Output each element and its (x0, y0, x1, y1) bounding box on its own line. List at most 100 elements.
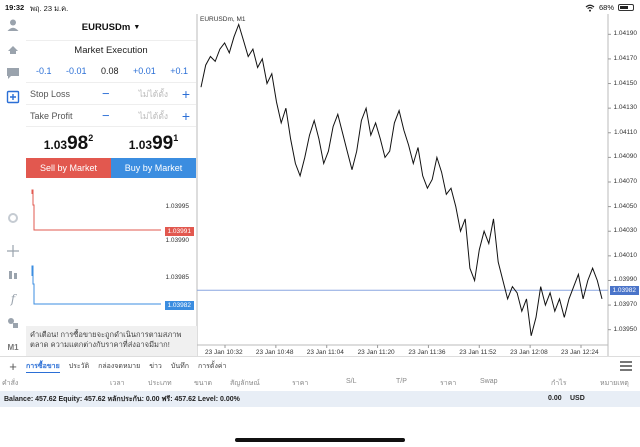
tab-history[interactable]: ประวัติ (69, 361, 89, 372)
ask-price-pips: 99 (152, 133, 174, 154)
balance-summary: Balance: 457.62 Equity: 457.62 หลักประกั… (4, 395, 240, 403)
add-icon[interactable]: + (0, 359, 26, 374)
tick-chart-sell: 1.03995 1.03991 1.03990 (26, 178, 196, 244)
col-type[interactable]: ประเภท (148, 378, 172, 389)
new-order-icon[interactable] (4, 88, 22, 106)
volume-input[interactable]: 0.08 (101, 66, 119, 76)
chart-canvas[interactable] (197, 14, 640, 356)
tab-journal[interactable]: บันทึก (171, 361, 189, 372)
col-current-price[interactable]: ราคา (440, 378, 456, 389)
battery-icon (618, 4, 634, 11)
sell-by-market-button[interactable]: Sell by Market (26, 158, 111, 178)
battery-percent: 68% (598, 3, 614, 12)
symbol-selector[interactable]: EURUSDm ▼ (26, 14, 196, 40)
symbol-name: EURUSDm (81, 21, 131, 33)
bid-price: 1.03 98 2 (26, 127, 111, 158)
crosshair-icon[interactable] (4, 242, 22, 260)
volume-plus-0.1-button[interactable]: +0.1 (170, 66, 188, 76)
chart-title: EURUSDm, M1 (200, 16, 246, 23)
bid-price-big: 1.03 (43, 138, 68, 152)
col-size[interactable]: ขนาด (194, 378, 212, 389)
currency: USD (570, 395, 585, 402)
stop-loss-plus-button[interactable]: + (178, 86, 190, 102)
status-time: 19:32 (5, 3, 25, 12)
x-axis-label: 23 Jan 12:08 (510, 349, 548, 356)
sell-price-tag: 1.03991 (164, 227, 194, 236)
y-axis-label: 1.03950 (613, 325, 638, 333)
ask-price-big: 1.03 (128, 138, 153, 152)
stop-loss-label: Stop Loss (30, 88, 71, 99)
col-price[interactable]: ราคา (292, 378, 308, 389)
y-axis-label: 1.03990 (613, 276, 638, 284)
tab-settings[interactable]: การตั้งค่า (198, 361, 227, 372)
account-icon[interactable] (4, 16, 22, 34)
indicators-icon[interactable] (4, 266, 22, 284)
terminal-menu-icon[interactable] (620, 361, 632, 371)
tick-level: 1.03990 (165, 237, 190, 244)
col-tp[interactable]: T/P (396, 378, 407, 385)
take-profit-label: Take Profit (30, 110, 73, 121)
col-time[interactable]: เวลา (110, 378, 125, 389)
y-axis-label: 1.04070 (613, 178, 638, 185)
col-sl[interactable]: S/L (346, 378, 357, 385)
col-comment[interactable]: หมายเหตุ (600, 378, 629, 389)
x-axis-label: 23 Jan 10:32 (205, 349, 243, 356)
stop-loss-input[interactable]: ไม่ได้ตั้ง (122, 87, 178, 101)
volume-plus-0.01-button[interactable]: +0.01 (133, 66, 156, 76)
volume-minus-0.1-button[interactable]: -0.1 (36, 66, 52, 76)
stop-loss-minus-button[interactable]: − (102, 86, 122, 101)
transfer-icon[interactable] (4, 40, 22, 58)
chat-icon[interactable] (4, 64, 22, 82)
execution-type[interactable]: Market Execution (26, 40, 196, 60)
x-axis-label: 23 Jan 11:20 (357, 349, 395, 356)
x-axis-label: 23 Jan 11:52 (459, 349, 497, 356)
y-axis-label: 1.04130 (613, 104, 638, 112)
tab-trade[interactable]: การซื้อขาย (26, 361, 60, 373)
left-toolbar: f M1 (0, 14, 26, 354)
y-axis-label: 1.03970 (613, 301, 638, 309)
y-axis-label: 1.04170 (613, 54, 638, 62)
caret-down-icon: ▼ (133, 23, 141, 31)
y-axis-label: 1.04030 (613, 227, 638, 235)
y-axis-label: 1.04090 (613, 153, 638, 161)
buy-price-tag: 1.03982 (164, 301, 194, 310)
take-profit-input[interactable]: ไม่ได้ตั้ง (122, 109, 178, 123)
x-axis-label: 23 Jan 11:36 (408, 349, 446, 356)
settings-gear-icon[interactable] (4, 209, 22, 227)
buy-tick-line (31, 265, 161, 305)
take-profit-plus-button[interactable]: + (178, 108, 190, 124)
objects-icon[interactable] (4, 314, 22, 332)
function-icon[interactable]: f (4, 290, 22, 308)
trade-buttons: Sell by Market Buy by Market (26, 158, 196, 178)
bid-price-point: 2 (88, 133, 94, 143)
x-axis-label: 23 Jan 10:48 (255, 349, 294, 356)
tick-level: 1.03995 (165, 203, 190, 210)
y-axis-label: 1.04110 (613, 128, 637, 136)
tab-mailbox[interactable]: กล่องจดหมาย (98, 361, 140, 372)
price-chart[interactable]: EURUSDm, M1 1.04190 1.04170 1.04150 1.04130… (197, 14, 640, 356)
tab-news[interactable]: ข่าว (149, 361, 162, 372)
tick-chart-buy: 1.03985 1.03982 (26, 244, 196, 322)
terminal-columns: คำสั่ง เวลา ประเภท ขนาด สัญลักษณ์ ราคา S… (0, 376, 640, 390)
home-indicator[interactable] (235, 438, 405, 442)
wifi-icon (585, 4, 595, 12)
balance-bar: Balance: 457.62 Equity: 457.62 หลักประกั… (0, 391, 640, 407)
tick-level: 1.03985 (165, 274, 190, 281)
timeframe-m1[interactable]: M1 (4, 338, 22, 356)
terminal-tabs: + การซื้อขาย ประวัติ กล่องจดหมาย ข่าว บั… (0, 356, 640, 376)
price-quote: 1.03 98 2 1.03 99 1 (26, 126, 196, 158)
market-warning: คำเตือน! การซื้อขายจะถูกดำเนินการตามสภาพ… (26, 326, 197, 356)
col-swap[interactable]: Swap (480, 378, 498, 385)
volume-minus-0.01-button[interactable]: -0.01 (66, 66, 87, 76)
x-axis-label: 23 Jan 12:24 (561, 349, 599, 356)
buy-by-market-button[interactable]: Buy by Market (111, 158, 196, 178)
ask-price-point: 1 (173, 133, 179, 143)
volume-row: -0.1 -0.01 0.08 +0.01 +0.1 (26, 60, 196, 82)
stop-loss-row: Stop Loss − ไม่ได้ตั้ง + (26, 82, 196, 104)
col-profit[interactable]: กำไร (551, 378, 566, 389)
y-axis-label: 1.04190 (613, 30, 638, 38)
col-symbol[interactable]: สัญลักษณ์ (230, 378, 260, 389)
col-order[interactable]: คำสั่ง (2, 378, 18, 389)
take-profit-minus-button[interactable]: − (102, 108, 122, 123)
y-axis-label: 1.04050 (613, 202, 638, 210)
